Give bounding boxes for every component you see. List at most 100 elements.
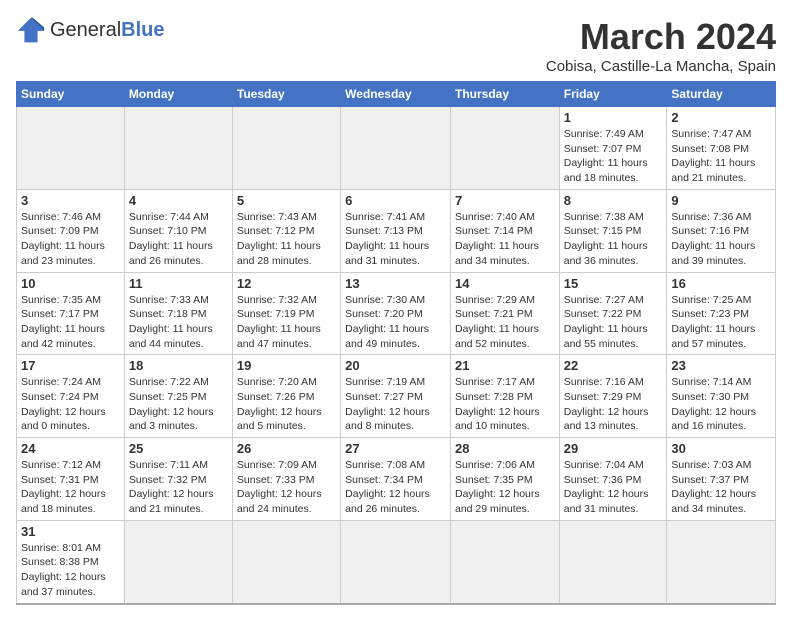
calendar-week-row: 10 Sunrise: 7:35 AM Sunset: 7:17 PM Dayli… bbox=[17, 272, 776, 355]
day-number: 14 bbox=[455, 276, 555, 291]
calendar-cell: 3Sunrise: 7:46 AM Sunset: 7:09 PM Daylig… bbox=[17, 189, 125, 272]
col-header-wednesday: Wednesday bbox=[341, 82, 451, 107]
day-info: Sunrise: 7:20 AM Sunset: 7:26 PM Dayligh… bbox=[237, 375, 336, 434]
calendar-cell bbox=[17, 107, 125, 190]
day-number: 25 bbox=[129, 441, 228, 456]
day-number: 20 bbox=[345, 358, 446, 373]
day-info: Sunrise: 7:22 AM Sunset: 7:25 PM Dayligh… bbox=[129, 375, 228, 434]
day-info: Sunrise: 7:35 AM Sunset: 7:17 PM Dayligh… bbox=[21, 293, 120, 352]
calendar-cell: 15 Sunrise: 7:27 AM Sunset: 7:22 PM Dayli… bbox=[559, 272, 667, 355]
day-number: 13 bbox=[345, 276, 446, 291]
day-number: 10 bbox=[21, 276, 120, 291]
day-info: Sunrise: 7:17 AM Sunset: 7:28 PM Dayligh… bbox=[455, 375, 555, 434]
calendar-cell: 7 Sunrise: 7:40 AM Sunset: 7:14 PM Daylig… bbox=[450, 189, 559, 272]
day-info: Sunrise: 7:30 AM Sunset: 7:20 PM Dayligh… bbox=[345, 293, 446, 352]
day-info: Sunrise: 7:08 AM Sunset: 7:34 PM Dayligh… bbox=[345, 458, 446, 517]
day-number: 16 bbox=[671, 276, 771, 291]
title-area: March 2024 Cobisa, Castille-La Mancha, S… bbox=[546, 16, 776, 75]
calendar-cell: 29 Sunrise: 7:04 AM Sunset: 7:36 PM Dayli… bbox=[559, 438, 667, 521]
day-info: Sunrise: 7:47 AM Sunset: 7:08 PM Dayligh… bbox=[671, 127, 771, 186]
col-header-tuesday: Tuesday bbox=[232, 82, 340, 107]
calendar-cell: 20Sunrise: 7:19 AM Sunset: 7:27 PM Dayli… bbox=[341, 355, 451, 438]
day-number: 28 bbox=[455, 441, 555, 456]
calendar-week-row: 17Sunrise: 7:24 AM Sunset: 7:24 PM Dayli… bbox=[17, 355, 776, 438]
day-number: 18 bbox=[129, 358, 228, 373]
day-number: 2 bbox=[671, 110, 771, 125]
day-number: 30 bbox=[671, 441, 771, 456]
calendar-header-row: SundayMondayTuesdayWednesdayThursdayFrid… bbox=[17, 82, 776, 107]
day-info: Sunrise: 7:09 AM Sunset: 7:33 PM Dayligh… bbox=[237, 458, 336, 517]
generalblue-logo-icon bbox=[16, 16, 46, 44]
calendar-table: SundayMondayTuesdayWednesdayThursdayFrid… bbox=[16, 81, 776, 605]
day-number: 31 bbox=[21, 524, 120, 539]
logo: GeneralBlue bbox=[16, 16, 165, 44]
calendar-cell bbox=[341, 520, 451, 603]
col-header-monday: Monday bbox=[124, 82, 232, 107]
day-number: 7 bbox=[455, 193, 555, 208]
calendar-week-row: 24 Sunrise: 7:12 AM Sunset: 7:31 PM Dayli… bbox=[17, 438, 776, 521]
day-info: Sunrise: 7:43 AM Sunset: 7:12 PM Dayligh… bbox=[237, 210, 336, 269]
calendar-cell bbox=[559, 520, 667, 603]
day-number: 29 bbox=[564, 441, 663, 456]
day-info: Sunrise: 7:29 AM Sunset: 7:21 PM Dayligh… bbox=[455, 293, 555, 352]
col-header-sunday: Sunday bbox=[17, 82, 125, 107]
day-number: 27 bbox=[345, 441, 446, 456]
day-number: 19 bbox=[237, 358, 336, 373]
day-info: Sunrise: 7:06 AM Sunset: 7:35 PM Dayligh… bbox=[455, 458, 555, 517]
calendar-cell bbox=[124, 107, 232, 190]
calendar-week-row: 3Sunrise: 7:46 AM Sunset: 7:09 PM Daylig… bbox=[17, 189, 776, 272]
calendar-cell: 6Sunrise: 7:41 AM Sunset: 7:13 PM Daylig… bbox=[341, 189, 451, 272]
calendar-cell: 8 Sunrise: 7:38 AM Sunset: 7:15 PM Daylig… bbox=[559, 189, 667, 272]
day-info: Sunrise: 7:16 AM Sunset: 7:29 PM Dayligh… bbox=[564, 375, 663, 434]
day-info: Sunrise: 7:38 AM Sunset: 7:15 PM Dayligh… bbox=[564, 210, 663, 269]
day-info: Sunrise: 7:12 AM Sunset: 7:31 PM Dayligh… bbox=[21, 458, 120, 517]
day-number: 12 bbox=[237, 276, 336, 291]
day-info: Sunrise: 7:11 AM Sunset: 7:32 PM Dayligh… bbox=[129, 458, 228, 517]
calendar-week-row: 1Sunrise: 7:49 AM Sunset: 7:07 PM Daylig… bbox=[17, 107, 776, 190]
calendar-cell: 4Sunrise: 7:44 AM Sunset: 7:10 PM Daylig… bbox=[124, 189, 232, 272]
day-number: 22 bbox=[564, 358, 663, 373]
calendar-cell: 1Sunrise: 7:49 AM Sunset: 7:07 PM Daylig… bbox=[559, 107, 667, 190]
day-number: 17 bbox=[21, 358, 120, 373]
day-info: Sunrise: 7:04 AM Sunset: 7:36 PM Dayligh… bbox=[564, 458, 663, 517]
day-number: 4 bbox=[129, 193, 228, 208]
calendar-week-row: 31Sunrise: 8:01 AM Sunset: 8:38 PM Dayli… bbox=[17, 520, 776, 603]
header: GeneralBlue March 2024 Cobisa, Castille-… bbox=[16, 16, 776, 75]
day-info: Sunrise: 7:46 AM Sunset: 7:09 PM Dayligh… bbox=[21, 210, 120, 269]
day-number: 8 bbox=[564, 193, 663, 208]
col-header-saturday: Saturday bbox=[667, 82, 776, 107]
calendar-cell: 30 Sunrise: 7:03 AM Sunset: 7:37 PM Dayli… bbox=[667, 438, 776, 521]
month-title: March 2024 bbox=[546, 16, 776, 58]
calendar-cell: 11 Sunrise: 7:33 AM Sunset: 7:18 PM Dayli… bbox=[124, 272, 232, 355]
calendar-cell: 2 Sunrise: 7:47 AM Sunset: 7:08 PM Daylig… bbox=[667, 107, 776, 190]
location-subtitle: Cobisa, Castille-La Mancha, Spain bbox=[546, 58, 776, 75]
calendar-cell: 14 Sunrise: 7:29 AM Sunset: 7:21 PM Dayli… bbox=[450, 272, 559, 355]
calendar-cell: 21Sunrise: 7:17 AM Sunset: 7:28 PM Dayli… bbox=[450, 355, 559, 438]
calendar-cell: 24 Sunrise: 7:12 AM Sunset: 7:31 PM Dayli… bbox=[17, 438, 125, 521]
calendar-cell: 12Sunrise: 7:32 AM Sunset: 7:19 PM Dayli… bbox=[232, 272, 340, 355]
day-info: Sunrise: 7:03 AM Sunset: 7:37 PM Dayligh… bbox=[671, 458, 771, 517]
calendar-cell: 23Sunrise: 7:14 AM Sunset: 7:30 PM Dayli… bbox=[667, 355, 776, 438]
day-number: 1 bbox=[564, 110, 663, 125]
day-number: 6 bbox=[345, 193, 446, 208]
calendar-cell: 13 Sunrise: 7:30 AM Sunset: 7:20 PM Dayli… bbox=[341, 272, 451, 355]
calendar-cell: 10 Sunrise: 7:35 AM Sunset: 7:17 PM Dayli… bbox=[17, 272, 125, 355]
day-number: 9 bbox=[671, 193, 771, 208]
calendar-cell: 17Sunrise: 7:24 AM Sunset: 7:24 PM Dayli… bbox=[17, 355, 125, 438]
calendar-cell bbox=[124, 520, 232, 603]
calendar-cell: 5Sunrise: 7:43 AM Sunset: 7:12 PM Daylig… bbox=[232, 189, 340, 272]
day-info: Sunrise: 7:27 AM Sunset: 7:22 PM Dayligh… bbox=[564, 293, 663, 352]
day-number: 23 bbox=[671, 358, 771, 373]
day-info: Sunrise: 7:40 AM Sunset: 7:14 PM Dayligh… bbox=[455, 210, 555, 269]
day-info: Sunrise: 7:33 AM Sunset: 7:18 PM Dayligh… bbox=[129, 293, 228, 352]
day-number: 15 bbox=[564, 276, 663, 291]
day-number: 24 bbox=[21, 441, 120, 456]
calendar-cell: 16Sunrise: 7:25 AM Sunset: 7:23 PM Dayli… bbox=[667, 272, 776, 355]
col-header-friday: Friday bbox=[559, 82, 667, 107]
day-number: 11 bbox=[129, 276, 228, 291]
calendar-cell bbox=[667, 520, 776, 603]
calendar-cell: 28 Sunrise: 7:06 AM Sunset: 7:35 PM Dayli… bbox=[450, 438, 559, 521]
calendar-cell: 19 Sunrise: 7:20 AM Sunset: 7:26 PM Dayli… bbox=[232, 355, 340, 438]
logo-text: GeneralBlue bbox=[50, 19, 165, 42]
calendar-cell bbox=[341, 107, 451, 190]
